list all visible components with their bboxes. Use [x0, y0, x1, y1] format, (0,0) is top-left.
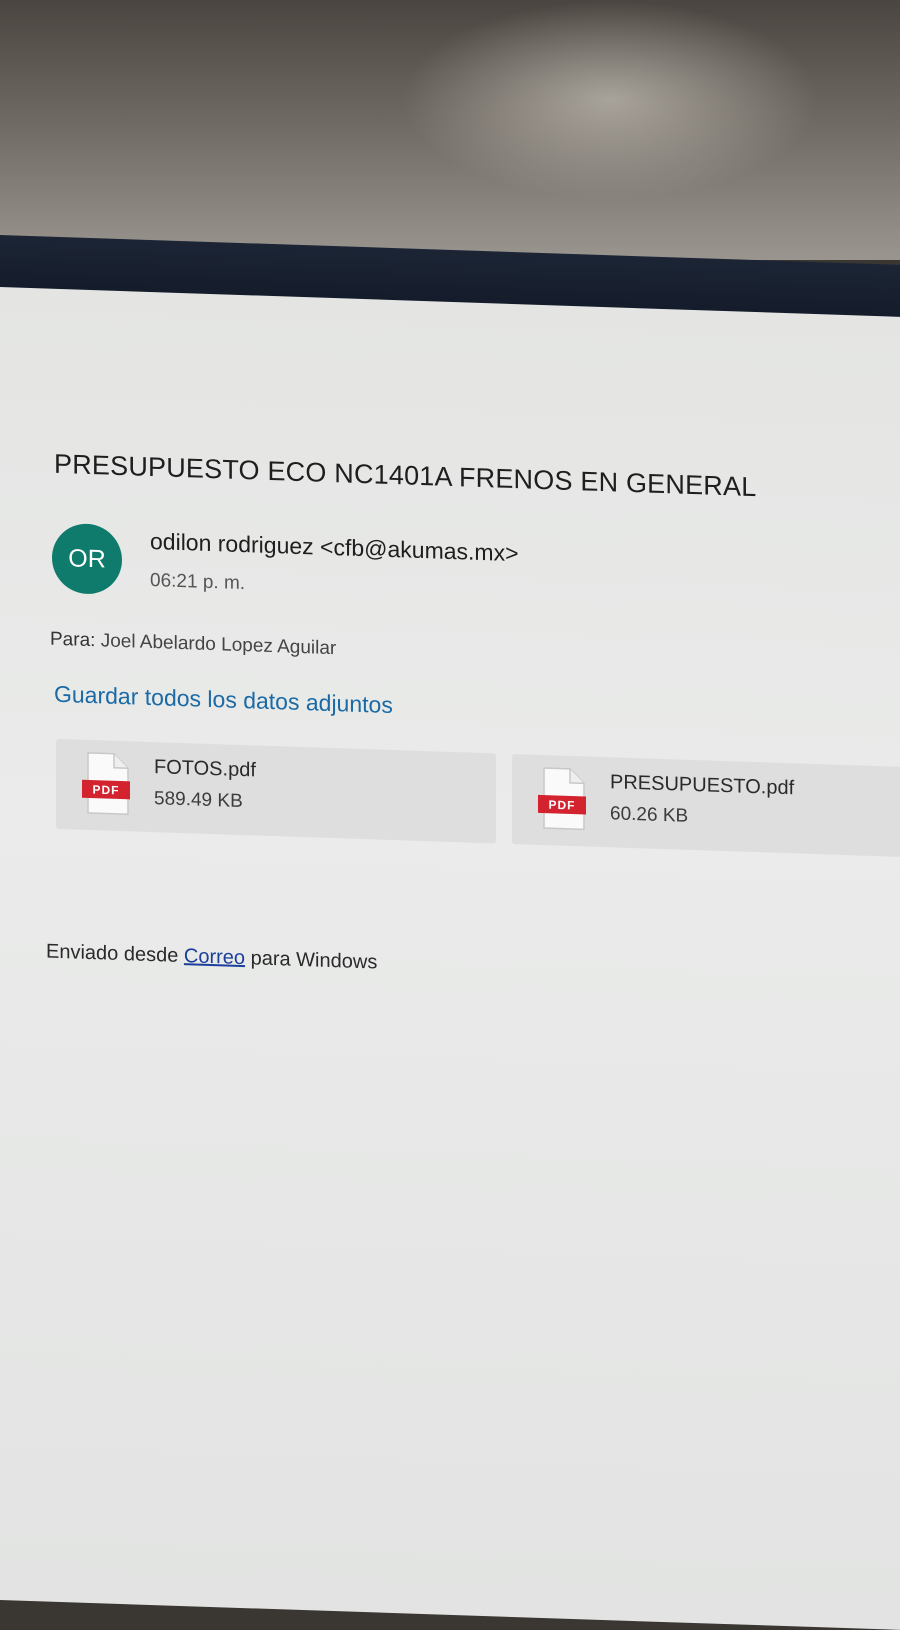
attachment-name: FOTOS.pdf	[154, 756, 256, 782]
signature-prefix: Enviado desde	[46, 940, 179, 967]
email-subject: PRESUPUESTO ECO NC1401A FRENOS EN GENERA…	[54, 448, 757, 503]
recipient-name[interactable]: Joel Abelardo Lopez Aguilar	[101, 630, 337, 659]
recipients-line: Para: Joel Abelardo Lopez Aguilar	[50, 629, 336, 660]
pdf-file-icon: PDF	[82, 752, 130, 816]
sender-name[interactable]: odilon rodriguez <cfb@akumas.mx>	[150, 528, 519, 567]
attachment-card[interactable]: PDF FOTOS.pdf 589.49 KB	[56, 738, 496, 844]
ceiling-light	[400, 0, 820, 200]
to-label: Para:	[50, 628, 96, 652]
sent-time: 06:21 p. m.	[150, 569, 246, 595]
mail-reading-pane: PRESUPUESTO ECO NC1401A FRENOS EN GENERA…	[0, 287, 900, 1630]
attachment-size: 60.26 KB	[610, 803, 689, 827]
save-all-attachments-link[interactable]: Guardar todos los datos adjuntos	[54, 681, 393, 719]
attachment-name: PRESUPUESTO.pdf	[610, 771, 795, 800]
pdf-badge-text: PDF	[548, 798, 575, 813]
sender-avatar[interactable]: OR	[52, 522, 122, 596]
attachment-card[interactable]: PDF PRESUPUESTO.pdf 60.26 KB	[512, 753, 900, 858]
signature-suffix: para Windows	[250, 947, 378, 974]
email-signature: Enviado desde Correo para Windows	[46, 941, 377, 975]
pdf-badge-text: PDF	[92, 783, 119, 798]
correo-link[interactable]: Correo	[184, 945, 245, 969]
pdf-file-icon: PDF	[538, 767, 586, 831]
attachment-size: 589.49 KB	[154, 788, 243, 813]
background-room	[0, 0, 900, 260]
sender-initials: OR	[68, 543, 106, 574]
